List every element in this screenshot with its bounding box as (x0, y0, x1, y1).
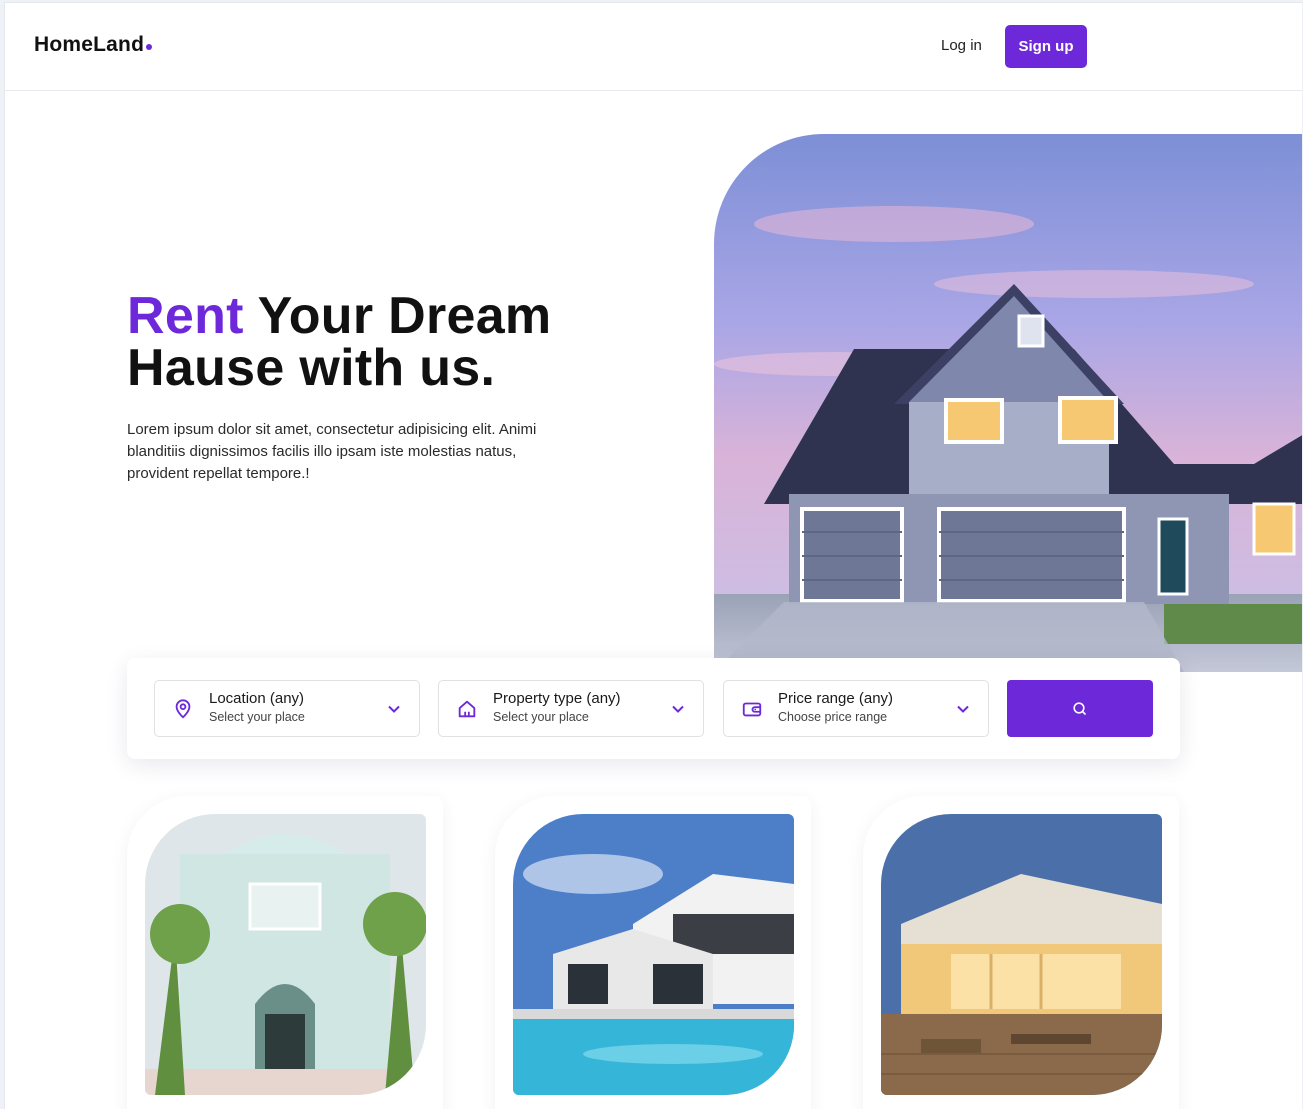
property-card[interactable] (127, 796, 443, 1109)
property-search-bar: Location (any) Select your place Propert… (127, 658, 1180, 759)
signup-button[interactable]: Sign up (1005, 25, 1087, 68)
property-image (881, 814, 1162, 1095)
price-range-filter[interactable]: Price range (any) Choose price range (723, 680, 989, 737)
wallet-icon (742, 702, 762, 717)
location-filter[interactable]: Location (any) Select your place (154, 680, 420, 737)
price-range-filter-subtitle: Choose price range (778, 710, 888, 724)
location-filter-title: Location (any) (209, 690, 305, 707)
map-pin-icon (175, 699, 191, 719)
chevron-down-icon (388, 705, 400, 713)
login-link[interactable]: Log in (941, 37, 982, 54)
hero-house-image (714, 134, 1302, 672)
home-icon (458, 700, 476, 718)
hero-title: Rent Your Dream Hause with us. (127, 290, 647, 394)
property-image (513, 814, 794, 1095)
search-button[interactable] (1007, 680, 1153, 737)
hero-description: Lorem ipsum dolor sit amet, consectetur … (127, 421, 537, 482)
location-filter-subtitle: Select your place (209, 710, 305, 724)
property-image (145, 814, 426, 1095)
search-icon (1073, 702, 1087, 716)
chevron-down-icon (672, 705, 684, 713)
logo-dot (146, 44, 153, 50)
logo-text: HomeLand (34, 33, 145, 56)
hero-title-accent: Rent (127, 287, 244, 345)
page: HomeLand Log in Sign up Rent Your Dream … (4, 2, 1302, 1109)
chevron-down-icon (957, 705, 969, 713)
price-range-filter-title: Price range (any) (778, 690, 894, 707)
property-card[interactable] (863, 796, 1179, 1109)
property-type-filter[interactable]: Property type (any) Select your place (438, 680, 704, 737)
top-navbar: HomeLand Log in Sign up (5, 3, 1302, 91)
property-card[interactable] (495, 796, 811, 1109)
logo[interactable]: HomeLand (34, 33, 153, 57)
property-type-filter-subtitle: Select your place (493, 710, 589, 724)
property-type-filter-title: Property type (any) (493, 690, 621, 707)
